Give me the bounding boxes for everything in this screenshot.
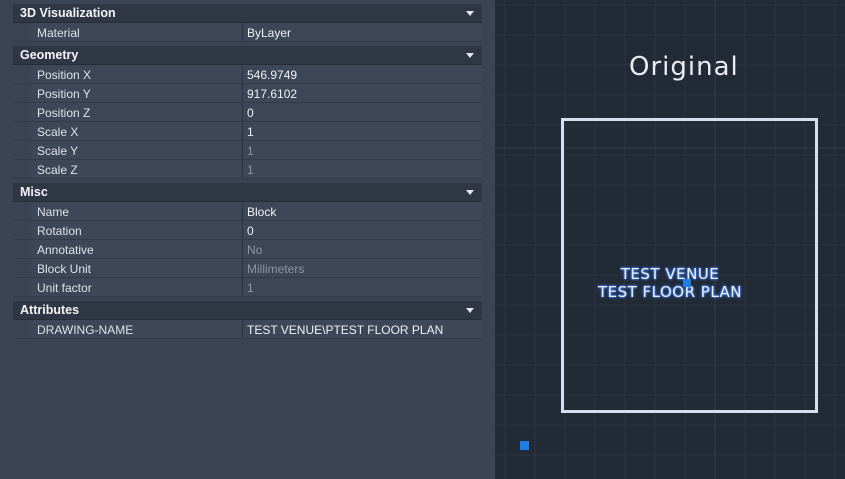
row-gutter <box>13 103 31 121</box>
property-row-unit-factor[interactable]: Unit factor 1 <box>13 278 482 297</box>
property-name: Scale Y <box>37 144 79 158</box>
row-gutter <box>13 160 31 178</box>
property-name: Annotative <box>37 243 94 257</box>
column-divider[interactable] <box>242 221 243 239</box>
column-divider[interactable] <box>242 84 243 102</box>
property-value[interactable]: TEST VENUE\PTEST FLOOR PLAN <box>247 323 443 337</box>
column-divider[interactable] <box>242 23 243 41</box>
property-value[interactable]: 0 <box>247 106 254 120</box>
section-title: Misc <box>20 185 48 199</box>
property-value[interactable]: 917.6102 <box>247 87 297 101</box>
row-gutter <box>13 259 31 277</box>
properties-panel: 3D Visualization Material ByLayer Geometry P… <box>0 0 495 479</box>
property-row-scale-z[interactable]: Scale Z 1 <box>13 160 482 179</box>
property-name: Position X <box>37 68 92 82</box>
section-title: Geometry <box>20 48 79 62</box>
row-gutter <box>13 240 31 258</box>
section-header-misc[interactable]: Misc <box>13 183 482 202</box>
chevron-down-icon[interactable] <box>466 11 474 16</box>
property-row-block-unit[interactable]: Block Unit Millimeters <box>13 259 482 278</box>
property-name: Material <box>37 26 80 40</box>
row-gutter <box>13 141 31 159</box>
property-value[interactable]: 1 <box>247 125 254 139</box>
block-text-line-1[interactable]: TEST VENUE <box>495 265 845 283</box>
property-value: 1 <box>247 144 254 158</box>
property-row-scale-y[interactable]: Scale Y 1 <box>13 141 482 160</box>
property-name: DRAWING-NAME <box>37 323 134 337</box>
property-row-name[interactable]: Name Block <box>13 202 482 221</box>
property-row-position-y[interactable]: Position Y 917.6102 <box>13 84 482 103</box>
section-header-3d-visualization[interactable]: 3D Visualization <box>13 4 482 23</box>
property-value: Millimeters <box>247 262 305 276</box>
column-divider[interactable] <box>242 259 243 277</box>
property-name: Name <box>37 205 70 219</box>
property-row-annotative[interactable]: Annotative No <box>13 240 482 259</box>
column-divider[interactable] <box>242 65 243 83</box>
chevron-down-icon[interactable] <box>466 308 474 313</box>
viewport-title: Original <box>629 52 739 82</box>
property-row-rotation[interactable]: Rotation 0 <box>13 221 482 240</box>
property-value[interactable]: 0 <box>247 224 254 238</box>
row-gutter <box>13 23 31 41</box>
property-name: Position Z <box>37 106 91 120</box>
row-gutter <box>13 202 31 220</box>
column-divider[interactable] <box>242 141 243 159</box>
section-title: Attributes <box>20 303 80 317</box>
property-value[interactable]: Block <box>247 205 276 219</box>
row-background <box>31 160 482 178</box>
row-gutter <box>13 65 31 83</box>
insertion-grip-icon[interactable] <box>683 279 691 287</box>
property-name: Rotation <box>37 224 82 238</box>
property-row-scale-x[interactable]: Scale X 1 <box>13 122 482 141</box>
row-gutter <box>13 84 31 102</box>
corner-grip-icon[interactable] <box>520 441 529 450</box>
column-divider[interactable] <box>242 278 243 296</box>
property-row-drawing-name[interactable]: DRAWING-NAME TEST VENUE\PTEST FLOOR PLAN <box>13 320 482 339</box>
property-value[interactable]: ByLayer <box>247 26 291 40</box>
row-gutter <box>13 122 31 140</box>
column-divider[interactable] <box>242 202 243 220</box>
chevron-down-icon[interactable] <box>466 53 474 58</box>
row-background <box>31 103 482 121</box>
property-row-position-x[interactable]: Position X 546.9749 <box>13 65 482 84</box>
property-value: 1 <box>247 281 254 295</box>
column-divider[interactable] <box>242 240 243 258</box>
row-gutter <box>13 278 31 296</box>
property-row-position-z[interactable]: Position Z 0 <box>13 103 482 122</box>
block-text-line-2[interactable]: TEST FLOOR PLAN <box>495 283 845 301</box>
property-name: Scale X <box>37 125 79 139</box>
property-value: No <box>247 243 263 257</box>
section-header-attributes[interactable]: Attributes <box>13 301 482 320</box>
drawing-viewport[interactable]: Original TEST VENUE TEST FLOOR PLAN <box>495 0 845 479</box>
section-title: 3D Visualization <box>20 6 116 20</box>
property-name: Position Y <box>37 87 91 101</box>
row-background <box>31 141 482 159</box>
row-gutter <box>13 320 31 338</box>
row-gutter <box>13 221 31 239</box>
property-value: 1 <box>247 163 254 177</box>
chevron-down-icon[interactable] <box>466 190 474 195</box>
property-row-material[interactable]: Material ByLayer <box>13 23 482 42</box>
column-divider[interactable] <box>242 160 243 178</box>
row-background <box>31 122 482 140</box>
column-divider[interactable] <box>242 122 243 140</box>
row-background <box>31 221 482 239</box>
property-name: Block Unit <box>37 262 92 276</box>
row-background <box>31 278 482 296</box>
column-divider[interactable] <box>242 103 243 121</box>
property-value[interactable]: 546.9749 <box>247 68 297 82</box>
section-header-geometry[interactable]: Geometry <box>13 46 482 65</box>
property-name: Unit factor <box>37 281 92 295</box>
property-name: Scale Z <box>37 163 78 177</box>
column-divider[interactable] <box>242 320 243 338</box>
